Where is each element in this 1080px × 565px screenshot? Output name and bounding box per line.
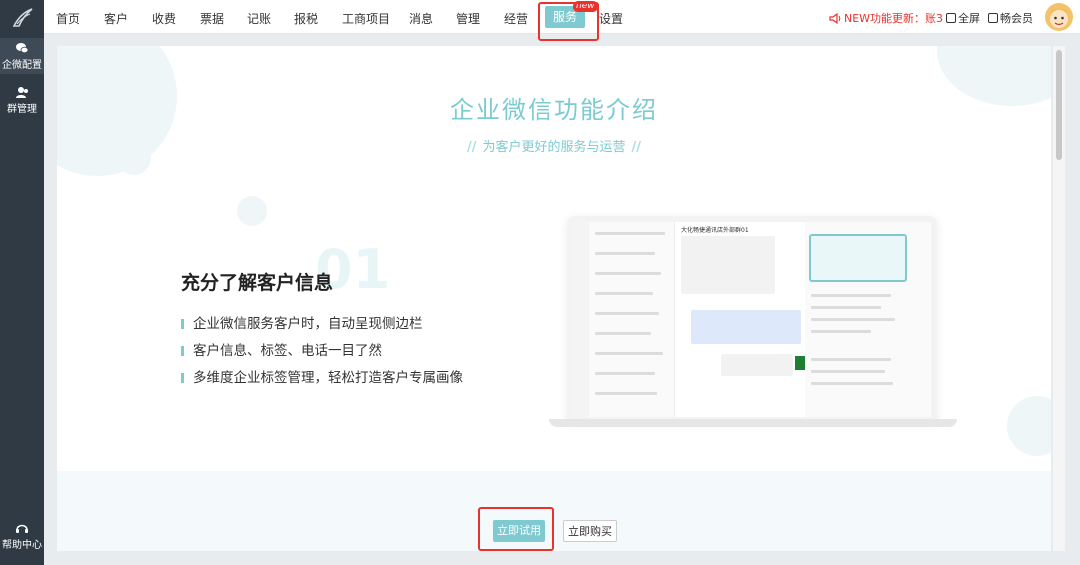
avatar[interactable] [1045,3,1073,31]
decor-bubble [1007,396,1051,456]
feature-bullet: 客户信息、标签、电话一目了然 [181,339,382,359]
page-title: 企业微信功能介绍 [450,96,658,124]
nav-item-tax[interactable]: 报税 [294,10,318,27]
sidebar-item-group-manage[interactable]: 群管理 [0,82,44,118]
news-text: NEW功能更新：账3 [844,12,944,25]
fullscreen-button[interactable]: 全屏 [946,10,980,26]
page-subtitle-text: 为客户更好的服务与运营 [482,140,626,155]
nav-item-business-projects[interactable]: 工商项目 [342,10,390,27]
nav-item-operations[interactable]: 经营 [504,10,528,27]
highlight-box-services [538,2,599,41]
nav-item-customers[interactable]: 客户 [104,10,128,27]
mock-customer-card [809,234,907,282]
nav-item-management[interactable]: 管理 [456,10,480,27]
buy-now-button[interactable]: 立即购买 [563,520,617,542]
product-screenshot-laptop: 大化畅捷通讯店外部群01 [567,216,937,421]
nav-item-settings[interactable]: 设置 [599,10,623,27]
sidebar-item-label: 企微配置 [2,60,42,71]
nav-item-billing[interactable]: 收费 [152,10,176,27]
excel-file-icon [795,356,805,370]
feature-bullet: 多维度企业标签管理，轻松打造客户专属画像 [181,366,463,386]
fullscreen-label: 全屏 [958,12,980,25]
scrollbar-thumb[interactable] [1056,50,1062,160]
app-logo-icon[interactable] [8,4,36,32]
sidebar-item-wecom-config[interactable]: 企微配置 [0,38,44,74]
page-subtitle: // 为客户更好的服务与运营 // [57,136,1051,155]
help-headset-icon [16,524,28,533]
mock-message [721,354,793,376]
nav-item-home[interactable]: 首页 [56,10,80,27]
highlight-box-try [478,507,554,551]
member-label: 畅会员 [1000,12,1033,25]
news-ticker[interactable]: NEW功能更新：账3 [829,10,943,26]
group-icon [16,87,28,98]
bottom-band [57,471,1051,551]
slash-decor-icon: // [631,140,642,155]
mock-chat-window: 大化畅捷通讯店外部群01 [675,222,805,417]
laptop-base [549,419,957,427]
mock-message [691,310,801,344]
decor-bubble [237,196,267,226]
slash-decor-icon: // [466,140,477,155]
sidebar-item-label: 帮助中心 [2,540,42,551]
feature-bullet: 企业微信服务客户时，自动呈现侧边栏 [181,312,423,332]
nav-item-messages[interactable]: 消息 [409,10,433,27]
mock-message [681,236,775,294]
sidebar-item-label: 群管理 [7,104,37,115]
sidebar-item-help-center[interactable]: 帮助中心 [0,518,44,558]
mock-customer-sidebar [805,222,931,417]
speaker-icon [829,13,841,24]
member-button[interactable]: 畅会员 [988,10,1033,26]
wechat-work-icon [16,43,29,54]
mock-chat-title: 大化畅捷通讯店外部群01 [681,227,749,234]
sidebar: 企微配置 群管理 帮助中心 [0,0,44,565]
member-icon [988,13,998,23]
avatar-icon [1050,9,1068,28]
feature-title: 充分了解客户信息 [181,272,334,294]
nav-item-receipts[interactable]: 票据 [200,10,224,27]
fullscreen-icon [946,13,956,23]
mock-nav-rail [573,222,589,417]
mock-chat-list [589,222,675,417]
content-panel: 企业微信功能介绍 //为客户更好的服务与运营// 01 充分了解客户信息 企业微… [57,46,1051,551]
nav-item-bookkeeping[interactable]: 记账 [247,10,271,27]
